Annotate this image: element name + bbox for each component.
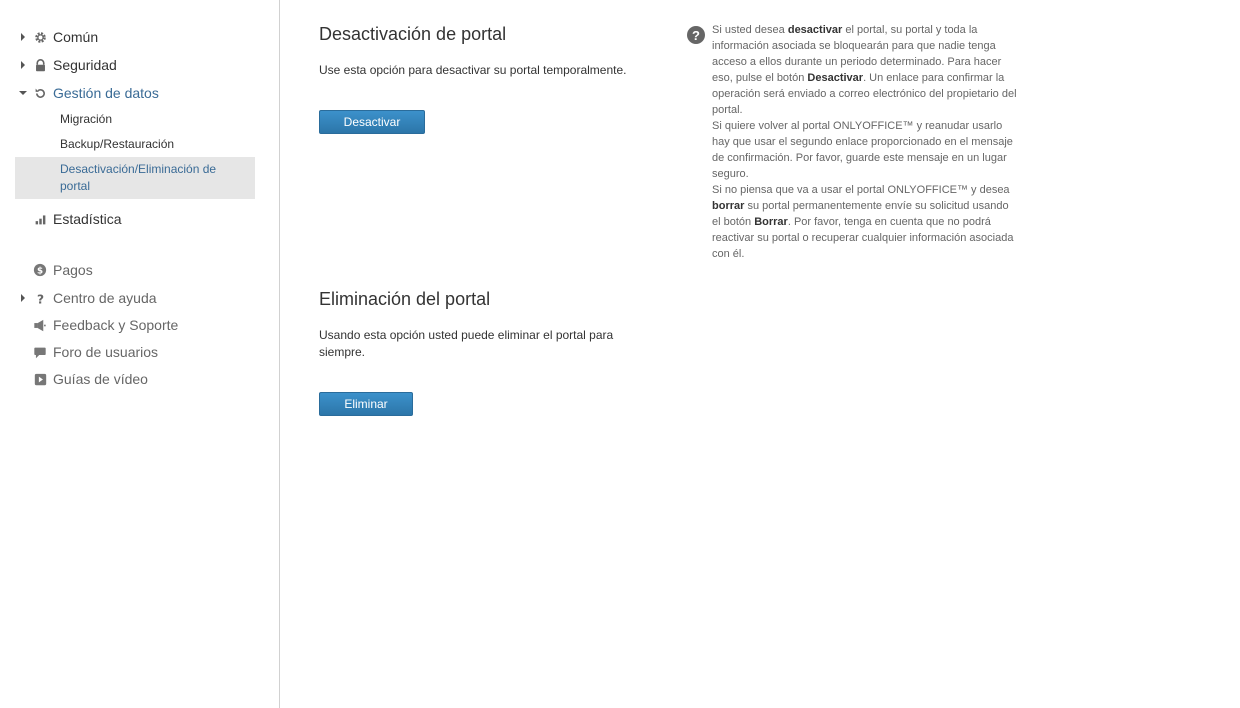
- sidebar-item-centro-de-ayuda[interactable]: ? Centro de ayuda: [15, 287, 255, 309]
- deletion-title: Eliminación del portal: [319, 289, 491, 309]
- svg-text:$: $: [37, 267, 43, 277]
- bar-chart-icon: [33, 212, 47, 226]
- sidebar-item-label: Seguridad: [53, 57, 117, 73]
- deletion-description: Usando esta opción usted puede eliminar …: [319, 328, 614, 359]
- sidebar-item-foro-de-usuarios[interactable]: Foro de usuarios: [15, 341, 255, 363]
- sidebar-item-guias-de-video[interactable]: Guías de vídeo: [15, 368, 255, 390]
- video-icon: [33, 372, 47, 386]
- svg-text:?: ?: [36, 292, 43, 305]
- sidebar-item-comun[interactable]: Común: [15, 26, 255, 48]
- subitem-migracion[interactable]: Migración: [60, 112, 112, 126]
- sidebar-item-label: Guías de vídeo: [53, 371, 148, 387]
- sidebar-item-label: Pagos: [53, 262, 93, 278]
- help-paragraph-resume: Si quiere volver al portal ONLYOFFICE™ y…: [712, 120, 1013, 180]
- question-icon: ?: [33, 291, 47, 305]
- dollar-icon: $: [33, 263, 47, 277]
- deactivation-description: Use esta opción para desactivar su porta…: [319, 63, 627, 77]
- speech-bubble-icon: [33, 345, 47, 359]
- help-question-icon: ?: [687, 26, 705, 44]
- expand-arrow-icon[interactable]: [21, 294, 25, 302]
- megaphone-icon: [33, 318, 47, 332]
- subitem-label: Desactivación/Eliminación de portal: [60, 162, 217, 193]
- collapse-arrow-icon[interactable]: [19, 91, 27, 95]
- sidebar-item-estadistica[interactable]: Estadística: [15, 208, 255, 230]
- gear-icon: [33, 30, 47, 44]
- subitem-desactivacion-eliminacion[interactable]: Desactivación/Eliminación de portal: [15, 157, 255, 199]
- sidebar-item-label: Gestión de datos: [53, 85, 159, 101]
- sidebar-item-label: Estadística: [53, 211, 122, 227]
- deactivate-button[interactable]: Desactivar: [319, 110, 425, 134]
- sidebar-item-gestion-de-datos[interactable]: Gestión de datos: [15, 82, 255, 104]
- expand-arrow-icon[interactable]: [21, 61, 25, 69]
- help-text: Si usted desea desactivar el portal, su …: [712, 22, 1017, 262]
- deactivation-title: Desactivación de portal: [319, 24, 507, 44]
- sidebar-item-seguridad[interactable]: Seguridad: [15, 54, 255, 76]
- help-paragraph-delete: Si no piensa que va a usar el portal ONL…: [712, 184, 1014, 260]
- sidebar-item-label: Común: [53, 29, 99, 45]
- expand-arrow-icon[interactable]: [21, 33, 25, 41]
- subitem-backup-restauracion[interactable]: Backup/Restauración: [60, 137, 174, 151]
- restore-icon: [33, 86, 47, 100]
- lock-icon: [33, 58, 47, 72]
- sidebar-item-label: Feedback y Soporte: [53, 317, 179, 333]
- sidebar-item-feedback-soporte[interactable]: Feedback y Soporte: [15, 314, 255, 336]
- sidebar-item-pagos[interactable]: $ Pagos: [15, 259, 255, 281]
- sidebar: Común Seguridad Gestión de datos Migraci…: [0, 0, 280, 708]
- sidebar-item-label: Centro de ayuda: [53, 290, 157, 306]
- sidebar-item-label: Foro de usuarios: [53, 344, 159, 360]
- delete-button[interactable]: Eliminar: [319, 392, 413, 416]
- help-paragraph-deactivate: Si usted desea desactivar el portal, su …: [712, 24, 1017, 116]
